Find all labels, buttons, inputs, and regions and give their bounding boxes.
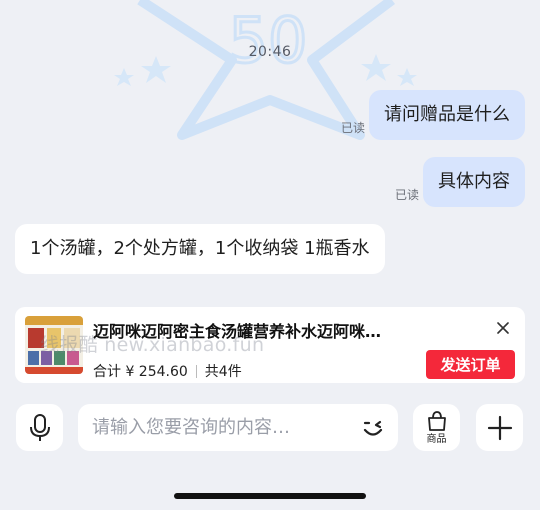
voice-input-button[interactable] [16,404,63,451]
microphone-icon [29,413,50,441]
message-input-container[interactable] [78,404,398,451]
chat-bubble-outgoing[interactable]: 请问赠品是什么 [369,90,525,140]
read-status: 已读 [340,121,365,135]
product-item-count: 共4件 [204,364,242,380]
message-input[interactable] [92,417,352,438]
product-title[interactable]: 迈阿咪迈阿密主食汤罐营养补水迈阿咪… [93,318,413,342]
message-row-outgoing: 已读 具体内容 [395,157,525,207]
chat-bubble-incoming[interactable]: 1个汤罐，2个处方罐，1个收纳袋 1瓶香水 [15,224,385,274]
product-meta: 合计 ¥ 254.60 共4件 [93,361,242,381]
home-indicator[interactable] [174,493,366,499]
more-options-button[interactable] [476,404,523,451]
input-bar: 商品 [0,402,540,452]
close-icon[interactable] [495,320,511,336]
goods-label: 商品 [426,433,447,445]
divider [195,364,197,378]
badge-number: 50 [229,4,308,77]
emoji-icon[interactable] [360,415,386,441]
goods-button[interactable]: 商品 [413,404,460,451]
shopping-bag-icon [427,410,446,431]
chat-bubble-outgoing[interactable]: 具体内容 [423,157,525,207]
product-card[interactable]: 迈阿咪迈阿密主食汤罐营养补水迈阿咪… 合计 ¥ 254.60 共4件 发送订单 [15,307,525,383]
message-row-incoming: 1个汤罐，2个处方罐，1个收纳袋 1瓶香水 [15,224,385,274]
plus-icon [487,415,512,440]
message-row-outgoing: 已读 请问赠品是什么 [341,90,525,140]
send-order-button[interactable]: 发送订单 [426,350,515,379]
product-total-price: 合计 ¥ 254.60 [93,364,188,380]
message-timestamp: 20:46 [248,44,292,60]
read-status: 已读 [394,188,419,202]
product-thumbnail[interactable] [25,316,83,374]
